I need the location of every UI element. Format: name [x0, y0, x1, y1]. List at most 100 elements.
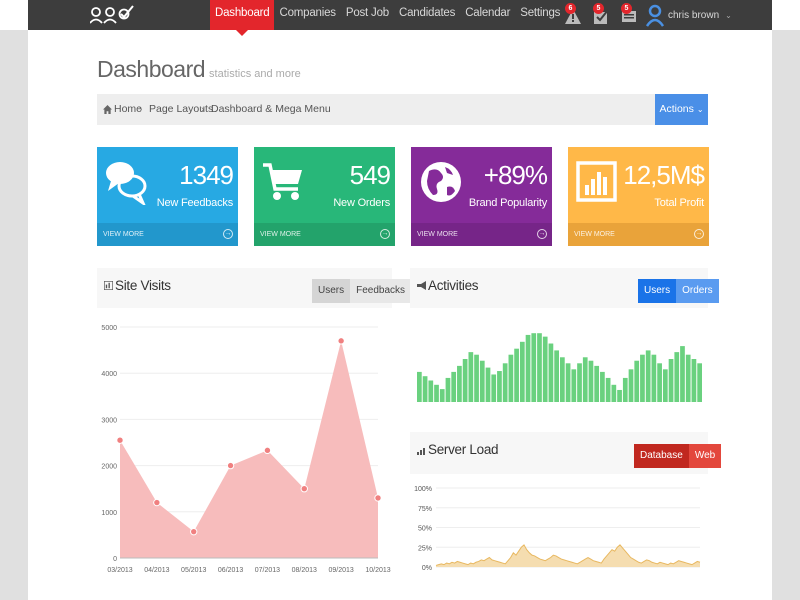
activities-chart: [417, 333, 702, 402]
activity-bar: [657, 363, 662, 402]
stat-value: 12,5M$: [623, 160, 705, 190]
stat-value: 1349: [179, 160, 234, 190]
x-tick-label: 09/2013: [328, 567, 353, 574]
view-more-link[interactable]: VIEW MORE →: [568, 223, 709, 246]
activities-toggle: Users Orders: [638, 279, 719, 303]
view-more-link[interactable]: VIEW MORE →: [254, 223, 395, 246]
home-icon: [103, 105, 112, 114]
y-tick-label: 0: [113, 556, 117, 563]
y-tick-label: 25%: [418, 545, 432, 552]
stat-label: New Feedbacks: [156, 197, 233, 209]
visits-point[interactable]: [153, 498, 161, 507]
activity-bar: [662, 369, 668, 402]
activity-bar: [611, 384, 617, 402]
view-more-link[interactable]: VIEW MORE →: [97, 223, 238, 246]
nav-item-companies[interactable]: Companies: [274, 0, 340, 30]
activity-bar: [417, 371, 422, 402]
activity-bar: [645, 350, 651, 402]
site-visits-chart-area: 0 1000 2000 3000 4000 5000 03/2013 04/2013 05/20…: [97, 308, 392, 584]
activity-bar: [640, 354, 645, 402]
user-name: chris brown: [668, 9, 720, 21]
activities-chart-area: [410, 308, 708, 410]
chevron-down-icon: ⌄: [725, 10, 732, 20]
nav-item-calendar[interactable]: Calendar: [460, 0, 515, 30]
right-gutter: [772, 30, 800, 600]
notification-warning[interactable]: 6: [563, 3, 583, 27]
visits-point[interactable]: [116, 436, 124, 444]
activity-bar: [542, 336, 548, 402]
view-more-label: VIEW MORE: [260, 231, 301, 238]
server-load-database-button[interactable]: Database: [634, 444, 689, 468]
stat-value: 549: [349, 160, 391, 190]
notification-badge: 5: [621, 3, 632, 14]
visits-point[interactable]: [374, 494, 382, 502]
visits-point[interactable]: [226, 461, 235, 470]
nav-item-dashboard[interactable]: Dashboard: [210, 0, 275, 36]
nav-item-settings[interactable]: Settings: [515, 0, 565, 30]
server-load-panel: Server Load Database Web 0% 25% 50% 75% 100%: [410, 432, 722, 584]
stat-card-brand-popularity: +89% Brand Popularity VIEW MORE →: [411, 147, 552, 246]
chevron-down-icon: ⌄: [696, 105, 704, 114]
left-gutter: [0, 30, 28, 600]
y-tick-label: 2000: [101, 464, 117, 471]
top-navbar: Dashboard Companies Post Job Candidates Cale…: [28, 0, 772, 36]
visits-point[interactable]: [337, 337, 345, 345]
activity-bar: [651, 354, 657, 402]
globe-icon: [419, 159, 463, 210]
y-tick-label: 5000: [101, 325, 117, 332]
logo[interactable]: [90, 3, 134, 27]
activity-bar: [622, 377, 628, 402]
activity-bar: [628, 369, 634, 402]
activities-panel: Activities Users Orders: [410, 268, 719, 410]
stat-card-body: +89% Brand Popularity: [411, 147, 552, 223]
activity-bar: [560, 357, 565, 402]
activity-bar: [474, 354, 479, 402]
site-visits-panel: Site Visits Users Feedbacks 0 1000 2000 300…: [97, 268, 412, 584]
stat-value: +89%: [483, 160, 548, 190]
server-load-web-button[interactable]: Web: [688, 444, 722, 468]
activities-title: Activities: [428, 278, 479, 293]
activity-bar: [617, 389, 622, 402]
activity-bar: [685, 354, 691, 402]
bullhorn-icon: [417, 281, 426, 290]
visits-point[interactable]: [300, 485, 308, 493]
server-load-chart-area: 0% 25% 50% 75% 100%: [410, 474, 708, 584]
view-more-link[interactable]: VIEW MORE →: [411, 223, 552, 246]
stat-card-new-feedbacks: 1349 New Feedbacks VIEW MORE →: [97, 147, 238, 246]
arrow-circle-right-icon: →: [537, 229, 547, 239]
site-visits-feedbacks-button[interactable]: Feedbacks: [350, 279, 412, 303]
activity-bar: [428, 380, 434, 402]
nav-item-post-job[interactable]: Post Job: [341, 0, 394, 30]
view-more-label: VIEW MORE: [103, 231, 144, 238]
activity-bar: [605, 377, 611, 402]
notification-messages[interactable]: 5: [619, 3, 639, 27]
activity-bar: [600, 371, 605, 402]
activity-bar: [531, 333, 537, 402]
view-more-label: VIEW MORE: [574, 231, 615, 238]
site-visits-users-button[interactable]: Users: [312, 279, 351, 303]
arrow-circle-right-icon: →: [694, 229, 704, 239]
x-tick-label: 08/2013: [292, 567, 317, 574]
x-tick-label: 06/2013: [218, 567, 243, 574]
visits-point[interactable]: [263, 446, 272, 455]
visits-point[interactable]: [190, 527, 198, 536]
y-tick-label: 50%: [418, 526, 432, 533]
activity-bar: [485, 367, 491, 402]
user-menu[interactable]: chris brown ⌄: [646, 2, 732, 28]
activities-users-button[interactable]: Users: [638, 279, 677, 303]
activity-bar: [577, 363, 582, 402]
activity-bar: [582, 357, 588, 402]
site-visits-chart: 0 1000 2000 3000 4000 5000 03/2013 04/2013 05/20…: [101, 325, 390, 574]
activity-bar: [537, 333, 542, 402]
breadcrumb-home[interactable]: Home: [114, 94, 142, 125]
activities-orders-button[interactable]: Orders: [676, 279, 719, 303]
activity-bar: [502, 363, 508, 402]
activity-bar: [479, 360, 485, 402]
notification-tasks[interactable]: 5: [591, 3, 611, 27]
logo-icon: [90, 5, 134, 24]
server-load-title: Server Load: [428, 442, 499, 457]
nav-item-candidates[interactable]: Candidates: [394, 0, 460, 30]
actions-button[interactable]: Actions ⌄: [655, 94, 708, 125]
y-tick-label: 0%: [422, 565, 432, 572]
activity-bar: [462, 359, 468, 402]
